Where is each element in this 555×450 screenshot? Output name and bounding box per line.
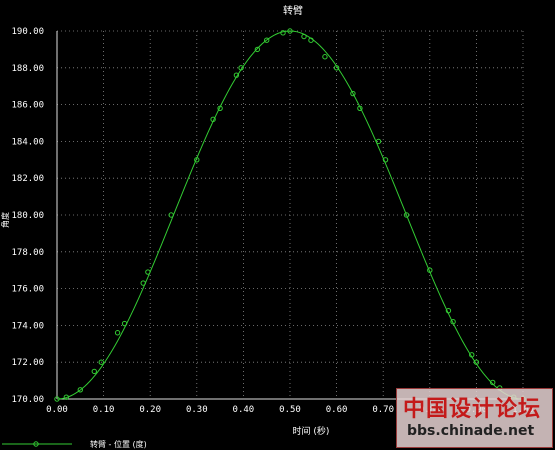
x-tick-label: 0.40	[233, 405, 255, 415]
data-point	[280, 30, 286, 36]
x-tick-label: 0.00	[46, 405, 68, 415]
x-tick-label: 0.10	[93, 405, 115, 415]
chart-title: 转臂	[283, 4, 303, 17]
chart-window: 转臂 角度 时间 (秒) 0.00 0.10 0.20 0.30 0.40 0.50 0.6…	[0, 0, 555, 450]
y-tick-label: 176.00	[11, 285, 44, 295]
y-tick-label: 190.00	[11, 27, 44, 37]
legend: 转臂 - 位置 (度)	[2, 439, 147, 449]
x-axis-label: 时间 (秒)	[293, 425, 330, 437]
watermark-logo: 中国设计论坛	[403, 397, 542, 422]
y-axis-label: 角度	[0, 212, 10, 228]
y-tick-label: 184.00	[11, 137, 44, 147]
y-tick-label: 174.00	[11, 321, 44, 331]
legend-label: 转臂 - 位置 (度)	[90, 439, 147, 449]
grid	[57, 30, 524, 399]
data-point	[301, 33, 307, 40]
line-chart: 转臂 角度 时间 (秒) 0.00 0.10 0.20 0.30 0.40 0.50 0.6…	[0, 4, 534, 449]
data-point	[145, 269, 151, 275]
data-point	[140, 280, 146, 286]
tick-labels: 0.000.100.200.300.400.500.600.700.800.90…	[11, 27, 533, 415]
y-tick-label: 170.00	[11, 395, 44, 405]
x-tick-label: 0.70	[372, 405, 394, 415]
y-tick-label: 180.00	[11, 211, 44, 221]
x-tick-label: 0.20	[139, 405, 161, 415]
x-tick-label: 0.60	[326, 405, 348, 415]
data-point	[322, 54, 328, 60]
y-tick-label: 186.00	[11, 101, 44, 111]
data-point	[121, 320, 128, 327]
data-point	[114, 330, 121, 336]
watermark: 中国设计论坛 bbs.chinade.net	[396, 388, 553, 448]
x-tick-label: 0.30	[186, 405, 208, 415]
data-point	[91, 368, 97, 375]
y-tick-label: 188.00	[11, 64, 44, 74]
y-tick-label: 182.00	[11, 174, 44, 184]
x-tick-label: 0.50	[279, 405, 301, 415]
watermark-url: bbs.chinade.net	[407, 423, 535, 439]
y-tick-label: 178.00	[11, 248, 44, 258]
y-tick-label: 172.00	[11, 358, 44, 368]
